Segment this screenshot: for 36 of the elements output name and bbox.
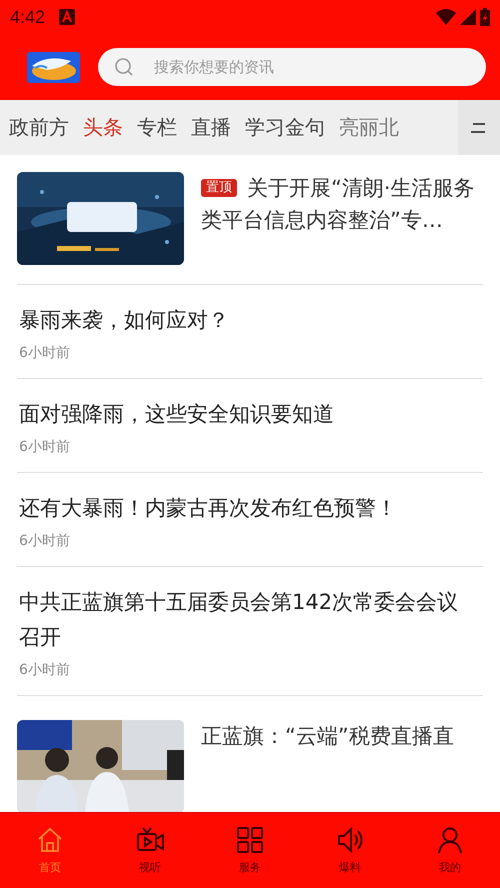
wifi-icon <box>436 9 456 25</box>
home-icon <box>36 826 64 854</box>
grid-icon <box>236 826 264 854</box>
article-title[interactable]: 正蓝旗：“云端”税费直播直 <box>201 720 462 812</box>
search-icon <box>114 57 134 77</box>
article-title[interactable]: 面对强降雨，这些安全知识要知道 <box>19 397 481 432</box>
article-title[interactable]: 还有大暴雨！内蒙古再次发布红色预警！ <box>19 491 481 526</box>
nav-tab[interactable]: 服务 <box>200 826 300 875</box>
article-title[interactable]: 暴雨来袭，如何应对？ <box>19 303 481 338</box>
nav-tab[interactable]: 我的 <box>400 826 500 875</box>
battery-icon <box>480 8 490 26</box>
person-icon <box>436 826 464 854</box>
article-title[interactable]: 中共正蓝旗第十五届委员会第142次常委会会议召开 <box>19 585 481 655</box>
category-tab[interactable]: 头条 <box>76 114 130 141</box>
nav-tab[interactable]: 爆料 <box>300 826 400 875</box>
article-time: 6小时前 <box>19 344 70 362</box>
notification-icon <box>59 9 76 25</box>
article-time: 6小时前 <box>19 438 70 456</box>
menu-icon <box>471 122 487 132</box>
speaker-icon <box>336 826 364 854</box>
category-tab[interactable]: 专栏 <box>130 114 184 141</box>
menu-button[interactable] <box>458 100 500 155</box>
category-tab[interactable]: 学习金句 <box>238 114 332 141</box>
pinned-tag: 置顶 <box>201 179 237 197</box>
category-tab[interactable]: 政前方 <box>2 114 76 141</box>
article-time: 6小时前 <box>19 532 70 550</box>
app-logo <box>27 52 80 82</box>
category-tab[interactable]: 亮丽北 <box>332 114 406 141</box>
status-time: 4:42 <box>10 6 46 28</box>
article-time: 6小时前 <box>19 661 70 679</box>
nav-tab[interactable]: 视听 <box>100 826 200 875</box>
signal-icon <box>460 9 476 25</box>
video-icon <box>136 826 164 854</box>
category-tab[interactable]: 直播 <box>184 114 238 141</box>
search-field[interactable]: 搜索你想要的资讯 <box>98 48 486 86</box>
article-title[interactable]: 置顶 关于开展“清朗·生活服务类平台信息内容整治”专… <box>201 172 483 265</box>
